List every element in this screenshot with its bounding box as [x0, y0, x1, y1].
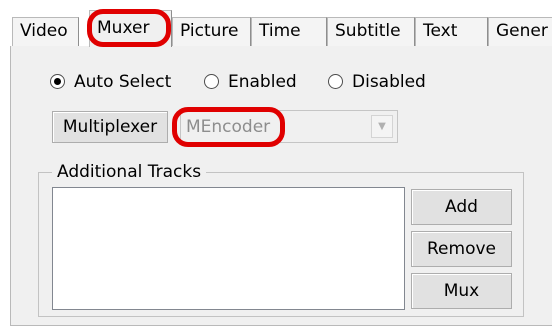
multiplexer-button[interactable]: Multiplexer: [52, 111, 168, 143]
tab-video-label: Video: [20, 21, 68, 41]
add-button[interactable]: Add: [411, 189, 512, 225]
tracks-listbox[interactable]: [52, 187, 405, 310]
tab-strip: Video Muxer Picture Time Subtitle Text G…: [0, 0, 552, 47]
tab-picture-label: Picture: [180, 21, 239, 41]
radio-enabled[interactable]: Enabled: [204, 70, 297, 94]
radio-auto-select[interactable]: Auto Select: [50, 70, 171, 94]
mux-button[interactable]: Mux: [411, 273, 512, 309]
radio-disabled[interactable]: Disabled: [328, 70, 426, 94]
additional-tracks-label: Additional Tracks: [52, 161, 207, 183]
tab-time[interactable]: Time: [251, 17, 327, 47]
tab-subtitle-label: Subtitle: [335, 21, 401, 41]
remove-button[interactable]: Remove: [411, 231, 512, 267]
tab-text-label: Text: [423, 21, 458, 41]
tab-general-label: Gener: [496, 21, 548, 41]
tab-general[interactable]: Gener: [488, 17, 552, 47]
radio-unchecked-icon: [204, 74, 219, 89]
radio-enabled-label: Enabled: [228, 72, 297, 92]
radio-auto-select-label: Auto Select: [74, 72, 172, 92]
radio-disabled-label: Disabled: [352, 72, 426, 92]
tab-video[interactable]: Video: [12, 17, 79, 47]
radio-checked-icon: [50, 74, 65, 89]
tab-picture[interactable]: Picture: [172, 17, 251, 47]
tab-time-label: Time: [259, 21, 301, 41]
tab-subtitle[interactable]: Subtitle: [327, 17, 415, 47]
tab-text[interactable]: Text: [415, 17, 488, 47]
chevron-down-icon: ▼: [371, 115, 393, 138]
radio-unchecked-icon: [328, 74, 343, 89]
highlight-annotation-select: [172, 107, 285, 147]
highlight-annotation-tab: [87, 9, 171, 47]
